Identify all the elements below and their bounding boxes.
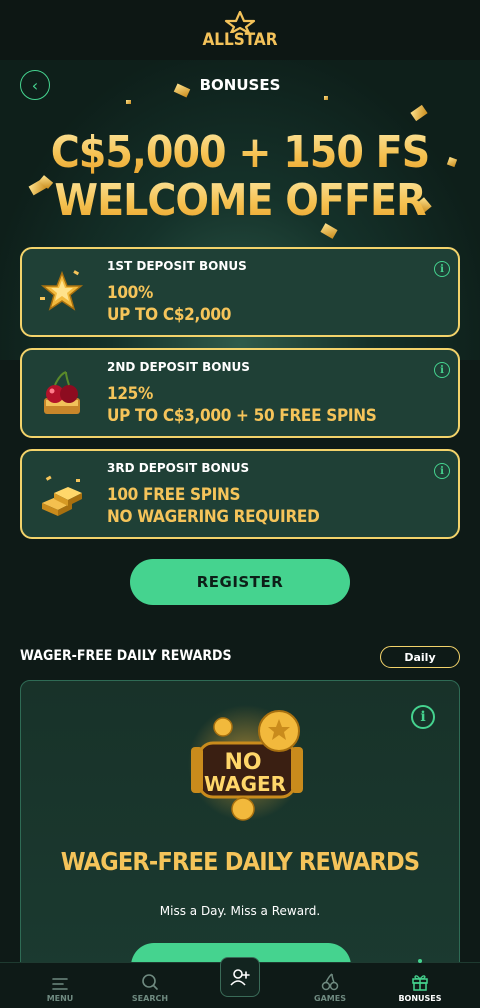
top-bar: ALLSTAR [0, 0, 480, 60]
add-user-icon [230, 969, 250, 986]
page-title: BONUSES [199, 76, 281, 94]
menu-icon [52, 978, 68, 990]
info-icon[interactable]: i [434, 362, 450, 378]
confetti-piece [126, 100, 131, 104]
nav-games-label: GAMES [314, 994, 346, 1003]
nav-menu-label: MENU [46, 994, 74, 1003]
allstar-logo[interactable]: ALLSTAR [202, 10, 278, 50]
bonus-amount: UP TO C$2,000 [107, 305, 232, 325]
bonus-card-1[interactable]: 1ST DEPOSIT BONUS 100% UP TO C$2,000 i [20, 247, 460, 337]
info-icon[interactable]: i [411, 705, 435, 729]
nav-menu[interactable]: MENU [15, 963, 105, 1008]
daily-rewards-card: i NO WAGER WAGER-FREE DAILY REWARDS Miss… [20, 680, 460, 980]
gold-bars-icon [42, 475, 82, 516]
no-wager-art: NO WAGER [188, 705, 304, 821]
info-icon[interactable]: i [434, 463, 450, 479]
bonus-card-3[interactable]: 3RD DEPOSIT BONUS 100 FREE SPINS NO WAGE… [20, 449, 460, 539]
daily-rewards-title: WAGER-FREE DAILY REWARDS [60, 847, 420, 876]
nav-search-label: SEARCH [131, 994, 169, 1003]
bonus-label: 3RD DEPOSIT BONUS [107, 461, 250, 475]
daily-badge[interactable]: Daily [380, 646, 460, 668]
daily-rewards-section-title: WAGER-FREE DAILY REWARDS [20, 648, 232, 664]
nav-register-button[interactable] [220, 957, 260, 997]
no-wager-art-bottom: WAGER [204, 772, 286, 796]
register-button[interactable]: REGISTER [130, 559, 350, 605]
bonus-card-2[interactable]: 2ND DEPOSIT BONUS 125% UP TO C$3,000 + 5… [20, 348, 460, 438]
cherry-icon [44, 371, 80, 414]
nav-bonuses[interactable]: BONUSES [375, 963, 465, 1008]
daily-rewards-subtitle: Miss a Day. Miss a Reward. [159, 904, 321, 918]
bonus-percent: 100% [107, 283, 154, 303]
gift-icon [412, 975, 428, 991]
bonus-label: 1ST DEPOSIT BONUS [107, 259, 247, 273]
star-icon [40, 270, 84, 311]
bottom-nav: MENU SEARCH GAMES BONUSES [0, 957, 480, 1008]
nav-bonuses-label: BONUSES [398, 994, 442, 1003]
info-icon[interactable]: i [434, 261, 450, 277]
bonus-amount: UP TO C$3,000 + 50 FREE SPINS [107, 406, 377, 426]
cherry-nav-icon [321, 973, 339, 991]
brand-name: ALLSTAR [202, 29, 278, 50]
nav-games[interactable]: GAMES [285, 963, 375, 1008]
bonus-label: 2ND DEPOSIT BONUS [107, 360, 250, 374]
confetti-piece [324, 96, 328, 100]
nav-search[interactable]: SEARCH [105, 963, 195, 1008]
bonus-terms: NO WAGERING REQUIRED [107, 507, 320, 527]
bonus-percent: 125% [107, 384, 154, 404]
hero-headline-line1: C$5,000 + 150 FS [0, 130, 480, 176]
bonus-spins: 100 FREE SPINS [107, 485, 241, 505]
search-icon [142, 974, 158, 990]
hero-headline-line2: WELCOME OFFER [0, 178, 480, 224]
